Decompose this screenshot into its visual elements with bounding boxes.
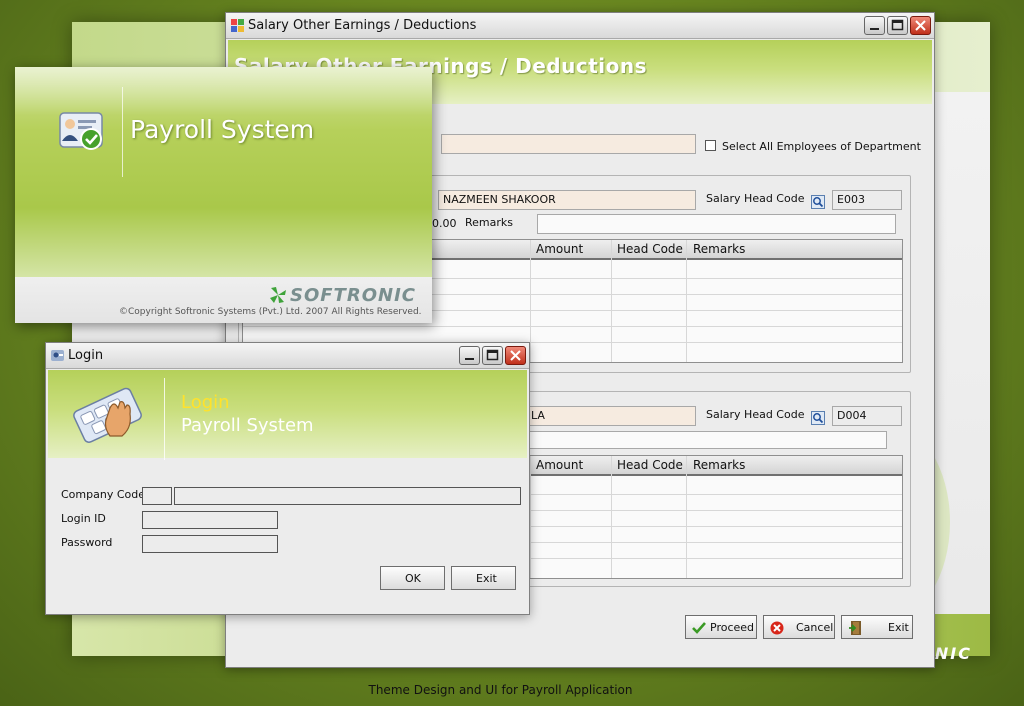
deductions-salary-head-label: Salary Head Code xyxy=(706,408,805,421)
maximize-button[interactable] xyxy=(887,16,908,35)
keyboard-hand-icon xyxy=(73,387,142,443)
minimize-icon xyxy=(465,358,474,360)
close-button[interactable] xyxy=(505,346,526,365)
login-exit-label: Exit xyxy=(476,572,497,585)
column-header-remarks[interactable]: Remarks xyxy=(693,242,745,256)
column-header-amount[interactable]: Amount xyxy=(536,242,583,256)
column-header-amount[interactable]: Amount xyxy=(536,458,583,472)
minimize-button[interactable] xyxy=(459,346,480,365)
deductions-remarks-field[interactable] xyxy=(529,431,887,449)
maximize-button[interactable] xyxy=(482,346,503,365)
earnings-employee-name-field[interactable]: NAZMEEN SHAKOOR xyxy=(438,190,696,210)
cancel-label: Cancel xyxy=(796,621,834,634)
exit-label: Exit xyxy=(888,621,909,634)
splash-title: Payroll System xyxy=(130,115,315,144)
maximize-icon xyxy=(486,349,499,361)
company-name-field[interactable] xyxy=(174,487,521,505)
ok-label: OK xyxy=(405,572,421,585)
login-header-divider xyxy=(164,378,165,460)
earnings-head-code-field[interactable]: E003 xyxy=(832,190,902,210)
copyright-text: ©Copyright Softronic Systems (Pvt.) Ltd.… xyxy=(119,307,422,317)
app-window-icon xyxy=(231,19,244,32)
minimize-button[interactable] xyxy=(864,16,885,35)
payroll-card-icon xyxy=(59,112,103,150)
earnings-salary-head-label: Salary Head Code xyxy=(706,192,805,205)
earnings-remarks-field[interactable] xyxy=(537,214,896,234)
deductions-employee-name-field[interactable]: LA xyxy=(526,406,696,426)
column-header-head-code[interactable]: Head Code xyxy=(617,458,683,472)
checkmark-icon xyxy=(692,622,706,634)
splash-divider xyxy=(122,87,123,177)
earnings-remarks-label: Remarks xyxy=(465,216,513,229)
salary-window-title: Salary Other Earnings / Deductions xyxy=(248,18,477,33)
softronic-logo-icon xyxy=(270,287,286,303)
select-all-label: Select All Employees of Department xyxy=(722,140,921,153)
close-button[interactable] xyxy=(910,16,931,35)
maximize-icon xyxy=(891,19,904,31)
company-code-label: Company Code xyxy=(61,488,145,501)
company-code-field[interactable] xyxy=(142,487,172,505)
splash-gloss xyxy=(15,67,432,115)
login-window: Login Login Payroll System Company Code … xyxy=(45,342,530,615)
department-name-field[interactable] xyxy=(441,134,696,154)
login-id-field[interactable] xyxy=(142,511,278,529)
login-subheading: Payroll System xyxy=(181,415,314,436)
search-icon[interactable] xyxy=(811,411,825,425)
search-icon[interactable] xyxy=(811,195,825,209)
proceed-label: Proceed xyxy=(710,621,755,634)
login-exit-button[interactable]: Exit xyxy=(451,566,516,590)
cancel-button[interactable]: Cancel xyxy=(763,615,835,639)
login-window-icon xyxy=(51,350,64,361)
login-header-band: Login Payroll System xyxy=(48,370,527,460)
deductions-head-code-field[interactable]: D004 xyxy=(832,406,902,426)
background-brand: NIC xyxy=(934,644,972,663)
minimize-icon xyxy=(870,28,879,30)
login-heading: Login xyxy=(181,392,230,413)
splash-screen: Payroll System SOFTRONIC ©Copyright Soft… xyxy=(15,67,432,323)
proceed-button[interactable]: Proceed xyxy=(685,615,757,639)
close-icon xyxy=(915,20,926,31)
password-label: Password xyxy=(61,536,113,549)
salary-titlebar[interactable]: Salary Other Earnings / Deductions xyxy=(226,13,934,39)
close-icon xyxy=(510,350,521,361)
password-field[interactable] xyxy=(142,535,278,553)
company-logo-text: SOFTRONIC xyxy=(290,285,416,306)
column-header-remarks[interactable]: Remarks xyxy=(693,458,745,472)
ok-button[interactable]: OK xyxy=(380,566,445,590)
login-window-title: Login xyxy=(68,348,104,363)
earnings-amount-value: 0.00 xyxy=(432,217,457,230)
table-row[interactable] xyxy=(243,326,902,327)
select-all-checkbox[interactable] xyxy=(705,140,716,151)
login-titlebar[interactable]: Login xyxy=(46,343,529,369)
login-id-label: Login ID xyxy=(61,512,106,525)
exit-button[interactable]: Exit xyxy=(841,615,913,639)
column-header-head-code[interactable]: Head Code xyxy=(617,242,683,256)
exit-door-icon xyxy=(849,621,861,635)
cancel-icon xyxy=(770,621,784,635)
image-caption: Theme Design and UI for Payroll Applicat… xyxy=(368,683,633,697)
